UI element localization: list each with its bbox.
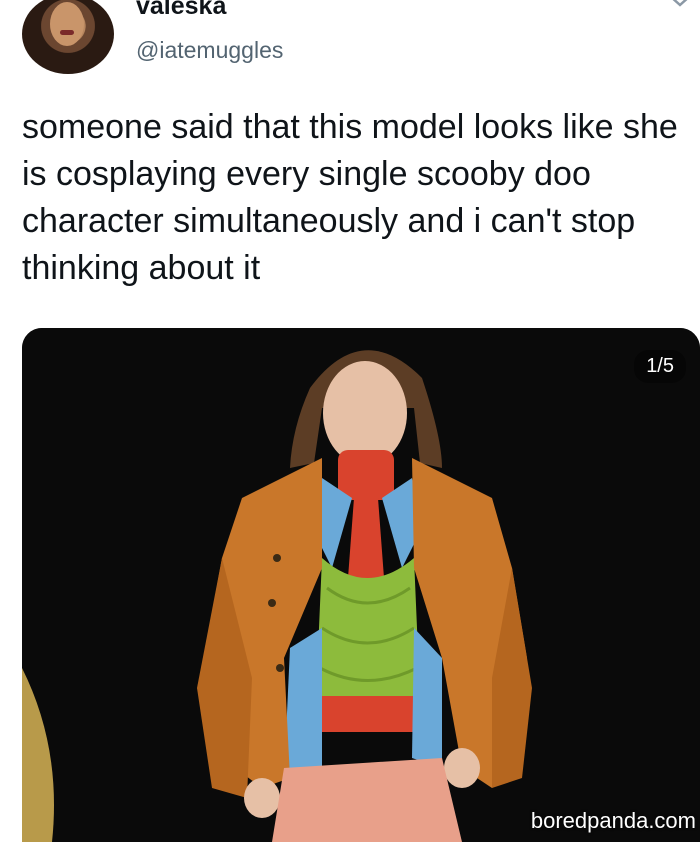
model-photo — [22, 328, 700, 842]
media-counter: 1/5 — [634, 350, 686, 383]
chevron-down-icon[interactable] — [666, 0, 694, 12]
user-handle[interactable]: @iatemuggles — [136, 37, 283, 64]
display-name[interactable]: valeska — [136, 0, 226, 21]
tweet-text: someone said that this model looks like … — [22, 108, 678, 287]
watermark: boredpanda.com — [530, 808, 696, 833]
avatar[interactable] — [22, 0, 114, 74]
tweet-header: valeska @iatemuggles — [0, 0, 700, 90]
tweet-media[interactable]: 1/5 boredpanda.com — [22, 328, 700, 842]
avatar-face — [50, 2, 84, 46]
avatar-lips — [60, 30, 74, 35]
